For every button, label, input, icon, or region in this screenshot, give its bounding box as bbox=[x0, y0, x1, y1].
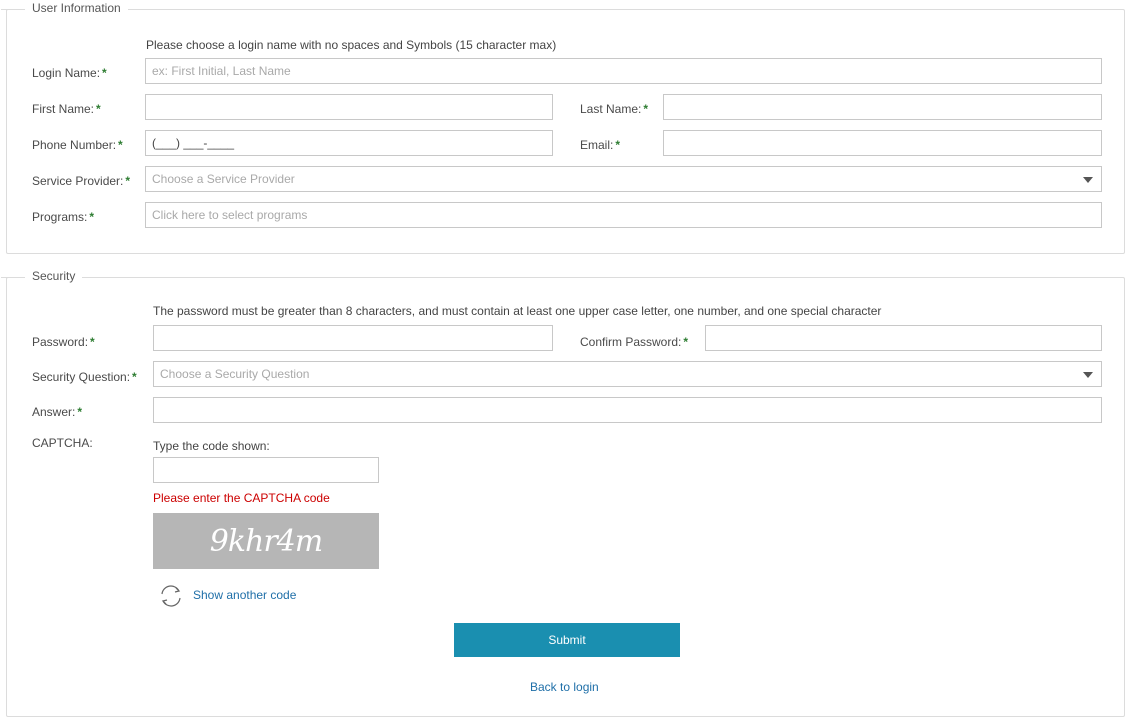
required-marker: * bbox=[118, 138, 123, 152]
captcha-image: 9khr4m bbox=[153, 513, 379, 569]
required-marker: * bbox=[683, 335, 689, 349]
answer-label: Answer: * bbox=[32, 405, 83, 419]
required-marker: * bbox=[102, 66, 107, 80]
submit-button[interactable]: Submit bbox=[454, 623, 680, 657]
required-marker: * bbox=[89, 210, 95, 224]
first-name-input[interactable] bbox=[145, 94, 553, 120]
captcha-error: Please enter the CAPTCHA code bbox=[153, 491, 330, 505]
login-name-input[interactable] bbox=[145, 58, 1102, 84]
chevron-down-icon bbox=[1083, 372, 1093, 378]
answer-input[interactable] bbox=[153, 397, 1102, 423]
required-marker: * bbox=[132, 370, 137, 384]
email-input[interactable] bbox=[663, 130, 1102, 156]
required-marker: * bbox=[77, 405, 83, 419]
security-legend: Security bbox=[0, 269, 83, 283]
login-name-hint: Please choose a login name with no space… bbox=[146, 38, 557, 52]
refresh-icon[interactable] bbox=[158, 583, 184, 609]
login-name-label: Login Name: * bbox=[32, 66, 107, 80]
security-question-select[interactable]: Choose a Security Question bbox=[153, 361, 1102, 387]
required-marker: * bbox=[643, 102, 649, 116]
service-provider-select[interactable]: Choose a Service Provider bbox=[145, 166, 1102, 192]
last-name-input[interactable] bbox=[663, 94, 1102, 120]
confirm-password-label: Confirm Password: * bbox=[580, 335, 689, 349]
required-marker: * bbox=[615, 138, 621, 152]
service-provider-value: Choose a Service Provider bbox=[152, 172, 295, 186]
required-marker: * bbox=[96, 102, 101, 116]
show-another-code-link[interactable]: Show another code bbox=[193, 588, 296, 602]
phone-number-label: Phone Number: * bbox=[32, 138, 123, 152]
user-information-legend: User Information bbox=[1, 1, 128, 15]
first-name-label: First Name: * bbox=[32, 102, 101, 116]
security-question-label: Security Question: * bbox=[32, 370, 137, 384]
service-provider-label: Service Provider: * bbox=[32, 174, 131, 188]
email-label: Email: * bbox=[580, 138, 621, 152]
captcha-label: CAPTCHA: bbox=[32, 436, 93, 450]
programs-label: Programs: * bbox=[32, 210, 95, 224]
captcha-input[interactable] bbox=[153, 457, 379, 483]
programs-input[interactable] bbox=[145, 202, 1102, 228]
confirm-password-input[interactable] bbox=[705, 325, 1102, 351]
password-hint: The password must be greater than 8 char… bbox=[153, 304, 882, 318]
security-question-value: Choose a Security Question bbox=[160, 367, 310, 381]
back-to-login-link[interactable]: Back to login bbox=[530, 680, 599, 694]
chevron-down-icon bbox=[1083, 177, 1093, 183]
captcha-code: 9khr4m bbox=[209, 523, 323, 559]
captcha-prompt: Type the code shown: bbox=[153, 439, 270, 453]
last-name-label: Last Name: * bbox=[580, 102, 649, 116]
password-input[interactable] bbox=[153, 325, 553, 351]
password-label: Password: * bbox=[32, 335, 95, 349]
required-marker: * bbox=[125, 174, 131, 188]
required-marker: * bbox=[90, 335, 95, 349]
phone-number-input[interactable] bbox=[145, 130, 553, 156]
